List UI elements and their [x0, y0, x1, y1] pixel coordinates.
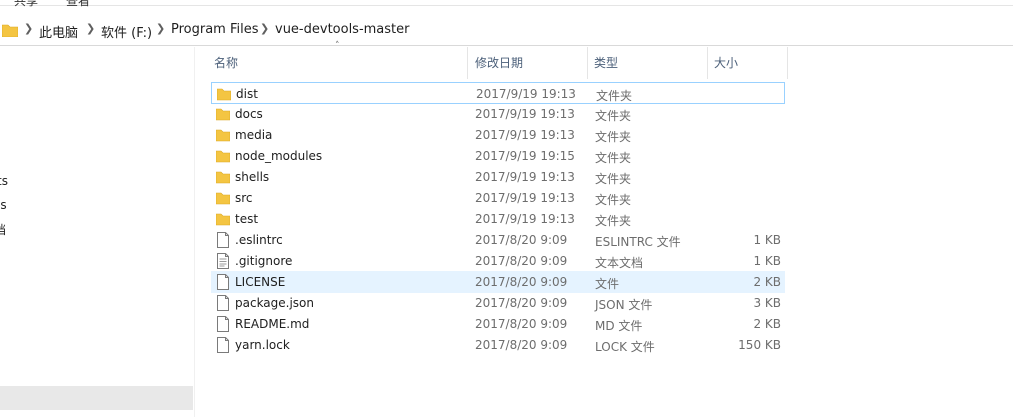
ribbon-tabs: 共享 查看: [0, 0, 1013, 9]
file-type: JSON 文件: [595, 298, 653, 312]
folder-icon: [216, 129, 230, 142]
list-item[interactable]: dist 2017/9/19 19:13 文件夹: [211, 82, 785, 104]
file-size: 3 KB: [753, 296, 781, 310]
list-item[interactable]: src 2017/9/19 19:13 文件夹: [211, 187, 785, 209]
nav-item-partial[interactable]: ts: [0, 174, 8, 188]
list-item[interactable]: yarn.lock 2017/8/20 9:09 LOCK 文件 150 KB: [211, 334, 785, 356]
file-icon: [217, 337, 229, 353]
file-type: 文件夹: [595, 109, 632, 123]
file-size: 1 KB: [753, 233, 781, 247]
file-date: 2017/9/19 19:13: [476, 87, 576, 101]
file-name: docs: [235, 107, 263, 121]
list-item[interactable]: package.json 2017/8/20 9:09 JSON 文件 3 KB: [211, 292, 785, 314]
file-type: LOCK 文件: [595, 340, 655, 354]
file-type: 文件: [595, 277, 620, 291]
file-date: 2017/9/19 19:13: [475, 191, 575, 205]
file-date: 2017/9/19 19:15: [475, 149, 575, 163]
list-item[interactable]: docs 2017/9/19 19:13 文件夹: [211, 103, 785, 125]
file-size: 150 KB: [738, 338, 781, 352]
column-header-date[interactable]: 修改日期: [468, 47, 588, 79]
file-name: media: [235, 128, 273, 142]
list-item[interactable]: .eslintrc 2017/8/20 9:09 ESLINTRC 文件 1 K…: [211, 229, 785, 251]
file-name: src: [235, 191, 253, 205]
file-icon: [217, 295, 229, 311]
file-name: .gitignore: [235, 254, 293, 268]
file-date: 2017/9/19 19:13: [475, 170, 575, 184]
file-date: 2017/8/20 9:09: [475, 233, 568, 247]
file-date: 2017/9/19 19:13: [475, 212, 575, 226]
file-type: ESLINTRC 文件: [595, 235, 681, 249]
file-name: LICENSE: [235, 275, 286, 289]
chevron-right-icon[interactable]: ❯: [24, 22, 33, 35]
folder-icon: [216, 150, 230, 163]
file-name: test: [235, 212, 259, 226]
file-type: 文件夹: [595, 172, 632, 186]
file-name: package.json: [235, 296, 315, 310]
file-type: 文件夹: [595, 193, 632, 207]
column-header-type[interactable]: 类型: [588, 47, 708, 79]
file-date: 2017/8/20 9:09: [475, 275, 568, 289]
file-type: 文件夹: [595, 214, 632, 228]
folder-icon: [216, 192, 230, 205]
file-type: 文件夹: [595, 151, 632, 165]
file-date: 2017/9/19 19:13: [475, 128, 575, 142]
file-name: README.md: [235, 317, 310, 331]
file-name: dist: [236, 87, 258, 101]
breadcrumb-current-folder[interactable]: vue-devtools-master: [275, 22, 410, 37]
list-item[interactable]: LICENSE 2017/8/20 9:09 文件 2 KB: [211, 271, 785, 293]
list-item[interactable]: test 2017/9/19 19:13 文件夹: [211, 208, 785, 230]
folder-icon: [216, 171, 230, 184]
nav-item-partial[interactable]: 档: [0, 221, 6, 238]
text-file-icon: [217, 253, 229, 269]
folder-icon: [217, 88, 231, 101]
column-header-name[interactable]: 名称: [196, 47, 468, 79]
breadcrumb-drive[interactable]: 软件 (F:): [101, 22, 152, 41]
list-item[interactable]: .gitignore 2017/8/20 9:09 文本文档 1 KB: [211, 250, 785, 272]
chevron-right-icon[interactable]: ❯: [86, 22, 95, 35]
breadcrumb-program-files[interactable]: Program Files: [171, 22, 259, 37]
file-type: MD 文件: [595, 319, 643, 333]
list-item[interactable]: media 2017/9/19 19:13 文件夹: [211, 124, 785, 146]
nav-item-partial[interactable]: ls: [0, 198, 7, 212]
nav-horizontal-scrollbar[interactable]: [0, 386, 193, 410]
file-type: 文件夹: [596, 89, 633, 103]
column-header-size[interactable]: 大小: [708, 47, 788, 79]
file-date: 2017/8/20 9:09: [475, 317, 568, 331]
file-icon: [217, 316, 229, 332]
file-date: 2017/8/20 9:09: [475, 296, 568, 310]
folder-icon: [216, 213, 230, 226]
ribbon-tab-view[interactable]: 查看: [66, 0, 90, 9]
file-date: 2017/9/19 19:13: [475, 107, 575, 121]
list-item[interactable]: node_modules 2017/9/19 19:15 文件夹: [211, 145, 785, 167]
breadcrumb-this-pc[interactable]: 此电脑: [39, 22, 78, 41]
column-header-bar: ˄ 名称 修改日期 类型 大小: [196, 41, 1013, 79]
file-size: 2 KB: [753, 275, 781, 289]
file-name: yarn.lock: [235, 338, 290, 352]
list-item[interactable]: README.md 2017/8/20 9:09 MD 文件 2 KB: [211, 313, 785, 335]
chevron-right-icon[interactable]: ❯: [156, 22, 165, 35]
file-name: shells: [235, 170, 270, 184]
list-item[interactable]: shells 2017/9/19 19:13 文件夹: [211, 166, 785, 188]
file-type: 文件夹: [595, 130, 632, 144]
file-date: 2017/8/20 9:09: [475, 254, 568, 268]
file-name: .eslintrc: [235, 233, 283, 247]
navigation-pane: ts ls 档: [0, 47, 195, 417]
file-icon: [217, 232, 229, 248]
ribbon-tab-share[interactable]: 共享: [14, 0, 38, 9]
file-size: 2 KB: [753, 317, 781, 331]
folder-icon: [2, 24, 18, 37]
breadcrumb[interactable]: ❯ 此电脑 ❯ 软件 (F:) ❯ Program Files ❯ vue-de…: [0, 14, 1013, 46]
file-size: 1 KB: [753, 254, 781, 268]
folder-icon: [216, 108, 230, 121]
file-name: node_modules: [235, 149, 323, 163]
file-date: 2017/8/20 9:09: [475, 338, 568, 352]
chevron-right-icon[interactable]: ❯: [260, 22, 269, 35]
file-type: 文本文档: [595, 256, 644, 270]
file-icon: [217, 274, 229, 290]
